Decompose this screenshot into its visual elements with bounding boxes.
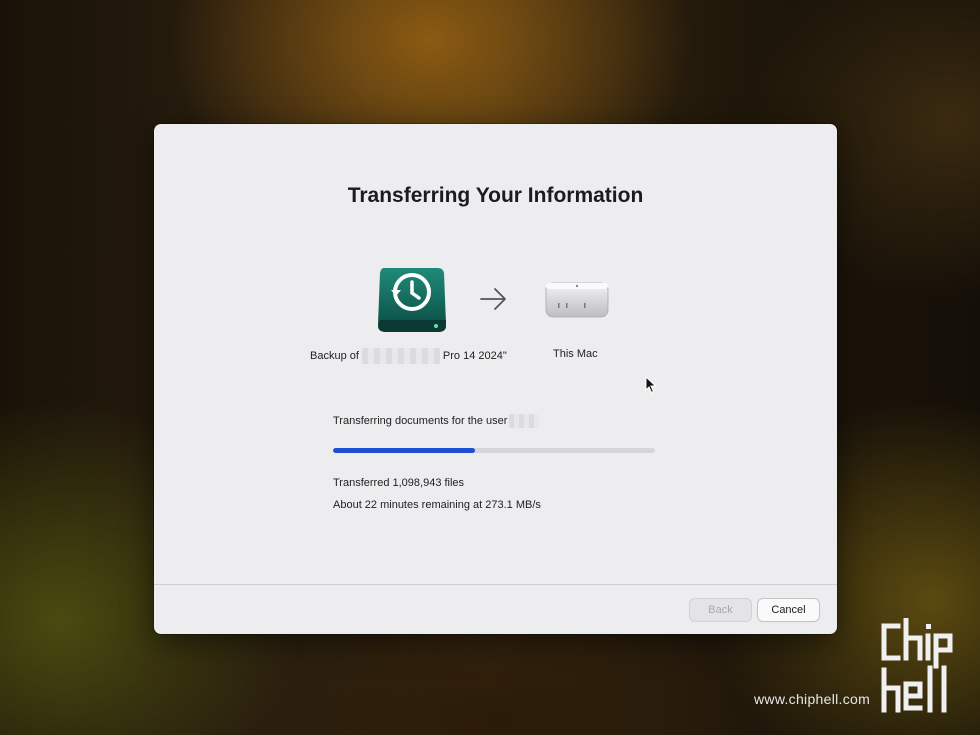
redacted-name <box>361 348 440 364</box>
files-transferred: Transferred 1,098,943 files <box>333 477 465 489</box>
destination-label: This Mac <box>553 348 598 360</box>
source-label-suffix: Pro 14 2024" <box>442 350 507 362</box>
cancel-button[interactable]: Cancel <box>758 599 819 621</box>
page-title: Transferring Your Information <box>347 184 644 207</box>
arrow-right-icon <box>480 288 506 310</box>
back-button[interactable]: Back <box>690 599 751 621</box>
redacted-username <box>509 414 540 428</box>
watermark-site: www.chiphell.com <box>754 691 871 707</box>
progress-bar <box>333 448 655 453</box>
source-label-prefix: Backup of <box>310 350 359 362</box>
chiphell-logo-icon <box>881 618 953 713</box>
footer-divider <box>154 584 837 585</box>
mac-mini-icon <box>545 282 609 318</box>
transfer-status: Transferring documents for the user <box>333 414 540 428</box>
time-remaining: About 22 minutes remaining at 273.1 MB/s <box>333 499 541 511</box>
transfer-status-text: Transferring documents for the user <box>333 414 508 427</box>
progress-fill <box>333 448 475 453</box>
source-backup-label: Backup of Pro 14 2024" <box>310 348 507 364</box>
migration-assistant-window: Transferring Your Information Backup of … <box>154 124 837 634</box>
time-machine-drive-icon <box>378 268 446 332</box>
mouse-pointer-icon <box>645 376 657 394</box>
